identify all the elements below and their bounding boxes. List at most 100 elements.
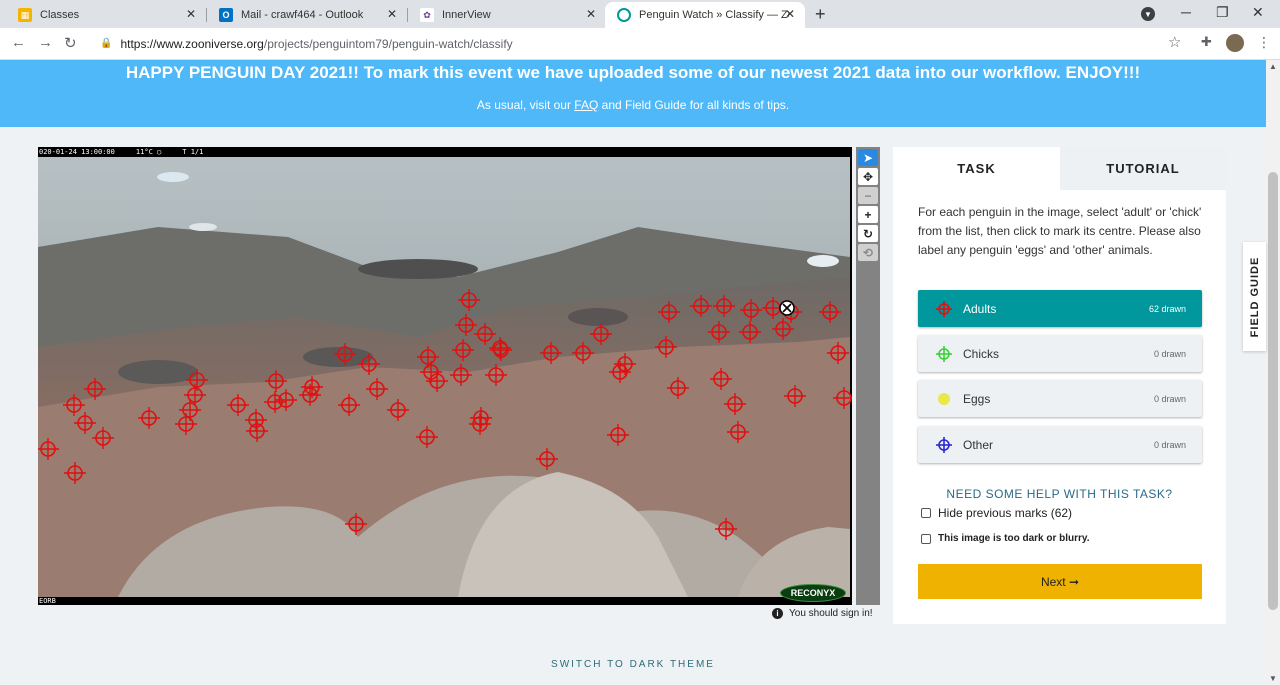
tab-classes[interactable]: ▦ Classes ✕ bbox=[6, 2, 206, 28]
adult-penguin-mark[interactable] bbox=[227, 394, 249, 416]
adult-penguin-mark[interactable] bbox=[84, 378, 106, 400]
new-tab-icon[interactable]: + bbox=[815, 4, 826, 25]
adult-penguin-mark[interactable] bbox=[474, 323, 496, 345]
adult-penguin-mark[interactable] bbox=[655, 336, 677, 358]
faq-link[interactable]: FAQ bbox=[574, 98, 598, 112]
adult-penguin-mark[interactable] bbox=[417, 346, 439, 368]
checkbox-box[interactable] bbox=[921, 508, 931, 518]
adult-penguin-mark[interactable] bbox=[387, 399, 409, 421]
adult-penguin-mark[interactable] bbox=[724, 393, 746, 415]
url-field[interactable]: 🔒 https://www.zooniverse.org /projects/p… bbox=[90, 32, 1190, 55]
scroll-thumb[interactable] bbox=[1268, 172, 1278, 610]
adult-penguin-mark[interactable] bbox=[38, 438, 59, 460]
adult-penguin-mark[interactable] bbox=[366, 378, 388, 400]
page-scrollbar[interactable]: ▲ ▼ bbox=[1266, 60, 1280, 685]
tab-tutorial[interactable]: TUTORIAL bbox=[1060, 147, 1226, 190]
adult-penguin-mark[interactable] bbox=[710, 368, 732, 390]
menu-icon[interactable]: ⋮ bbox=[1257, 34, 1271, 51]
adult-penguin-mark[interactable] bbox=[489, 337, 511, 359]
adult-penguin-mark[interactable] bbox=[420, 361, 442, 383]
checkbox-box[interactable] bbox=[921, 533, 931, 544]
adult-penguin-mark[interactable] bbox=[715, 518, 737, 540]
adult-penguin-mark[interactable] bbox=[658, 301, 680, 323]
adult-penguin-mark[interactable] bbox=[740, 299, 762, 321]
adult-penguin-mark[interactable] bbox=[63, 394, 85, 416]
tab-innerview[interactable]: ✿ InnerView ✕ bbox=[408, 2, 606, 28]
adult-penguin-mark[interactable] bbox=[338, 394, 360, 416]
next-button[interactable]: Next ➞ bbox=[918, 564, 1202, 599]
adult-penguin-mark[interactable] bbox=[590, 323, 612, 345]
window-close-icon[interactable]: ✕ bbox=[1252, 4, 1264, 21]
adult-penguin-mark[interactable] bbox=[833, 387, 852, 409]
adult-penguin-mark[interactable] bbox=[690, 295, 712, 317]
close-icon[interactable]: ✕ bbox=[387, 7, 397, 21]
minimize-icon[interactable]: ─ bbox=[1181, 4, 1191, 20]
adult-penguin-mark[interactable] bbox=[358, 353, 380, 375]
avatar[interactable] bbox=[1226, 34, 1244, 52]
adult-penguin-mark[interactable] bbox=[64, 462, 86, 484]
choice-chicks[interactable]: Chicks 0 drawn bbox=[918, 335, 1202, 372]
too-dark-checkbox[interactable]: This image is too dark or blurry. bbox=[921, 533, 1090, 544]
tab-title: Mail - crawf464 - Outlook bbox=[241, 9, 364, 21]
adult-penguin-mark[interactable] bbox=[540, 342, 562, 364]
tab-penguin-watch[interactable]: Penguin Watch » Classify — Zooniverse ✕ bbox=[605, 2, 805, 28]
adult-penguin-mark[interactable] bbox=[74, 412, 96, 434]
profile-menu-icon[interactable]: ▼ bbox=[1141, 7, 1155, 21]
close-icon[interactable]: ✕ bbox=[586, 7, 596, 21]
forward-icon[interactable]: → bbox=[38, 34, 53, 51]
pointer-tool-button[interactable]: ➤ bbox=[858, 149, 878, 166]
adult-penguin-mark[interactable] bbox=[426, 370, 448, 392]
adult-penguin-mark[interactable] bbox=[784, 385, 806, 407]
marks-layer[interactable] bbox=[38, 147, 852, 605]
rotate-button[interactable]: ↻ bbox=[858, 225, 878, 242]
extensions-icon[interactable]: ✚ bbox=[1201, 34, 1212, 50]
adult-penguin-mark[interactable] bbox=[819, 301, 841, 323]
choice-eggs[interactable]: Eggs 0 drawn bbox=[918, 380, 1202, 417]
tab-task[interactable]: TASK bbox=[893, 147, 1060, 190]
adult-penguin-mark[interactable] bbox=[416, 426, 438, 448]
back-icon[interactable]: ← bbox=[11, 34, 26, 51]
delete-mark-icon[interactable] bbox=[779, 300, 795, 316]
adult-penguin-mark[interactable] bbox=[727, 421, 749, 443]
reload-icon[interactable]: ↻ bbox=[64, 34, 77, 52]
adult-penguin-mark[interactable] bbox=[450, 364, 472, 386]
adult-penguin-mark[interactable] bbox=[458, 289, 480, 311]
adult-penguin-mark[interactable] bbox=[345, 513, 367, 535]
choice-other[interactable]: Other 0 drawn bbox=[918, 426, 1202, 463]
reset-button[interactable]: ⟲ bbox=[858, 244, 878, 261]
choice-adults[interactable]: Adults 62 drawn bbox=[918, 290, 1202, 327]
task-help-link[interactable]: NEED SOME HELP WITH THIS TASK? bbox=[893, 487, 1226, 501]
adult-penguin-mark[interactable] bbox=[138, 407, 160, 429]
crosshair-green-icon bbox=[936, 345, 952, 362]
tab-outlook[interactable]: O Mail - crawf464 - Outlook ✕ bbox=[207, 2, 407, 28]
bookmark-star-icon[interactable]: ☆ bbox=[1168, 33, 1181, 51]
adult-penguin-mark[interactable] bbox=[713, 295, 735, 317]
adult-penguin-mark[interactable] bbox=[455, 314, 477, 336]
maximize-icon[interactable]: ❐ bbox=[1216, 4, 1229, 21]
scroll-down-icon[interactable]: ▼ bbox=[1269, 674, 1277, 683]
adult-penguin-mark[interactable] bbox=[739, 321, 761, 343]
adult-penguin-mark[interactable] bbox=[334, 343, 356, 365]
camera-footer: EORB bbox=[39, 597, 56, 605]
scroll-up-icon[interactable]: ▲ bbox=[1269, 62, 1277, 71]
close-icon[interactable]: ✕ bbox=[785, 7, 795, 21]
subject-viewer[interactable]: 020-01-24 13:00:00 11°C ◯ T 1/1 EORB REC… bbox=[38, 147, 852, 605]
adult-penguin-mark[interactable] bbox=[667, 377, 689, 399]
adult-penguin-mark[interactable] bbox=[452, 339, 474, 361]
pan-tool-button[interactable]: ✥ bbox=[858, 168, 878, 185]
adult-penguin-mark[interactable] bbox=[485, 364, 507, 386]
adult-penguin-mark[interactable] bbox=[536, 448, 558, 470]
announcement-banner: HAPPY PENGUIN DAY 2021!! To mark this ev… bbox=[0, 60, 1266, 127]
adult-penguin-mark[interactable] bbox=[265, 370, 287, 392]
hide-marks-checkbox[interactable]: Hide previous marks (62) bbox=[921, 506, 1072, 520]
field-guide-tab[interactable]: FIELD GUIDE bbox=[1243, 242, 1266, 351]
zoom-in-button[interactable]: + bbox=[858, 206, 878, 223]
adult-penguin-mark[interactable] bbox=[572, 342, 594, 364]
adult-penguin-mark[interactable] bbox=[827, 342, 849, 364]
adult-penguin-mark[interactable] bbox=[607, 424, 629, 446]
close-icon[interactable]: ✕ bbox=[186, 7, 196, 21]
adult-penguin-mark[interactable] bbox=[708, 321, 730, 343]
zoom-out-button[interactable]: − bbox=[858, 187, 878, 204]
adult-penguin-mark[interactable] bbox=[92, 427, 114, 449]
switch-dark-theme-link[interactable]: SWITCH TO DARK THEME bbox=[0, 659, 1266, 670]
